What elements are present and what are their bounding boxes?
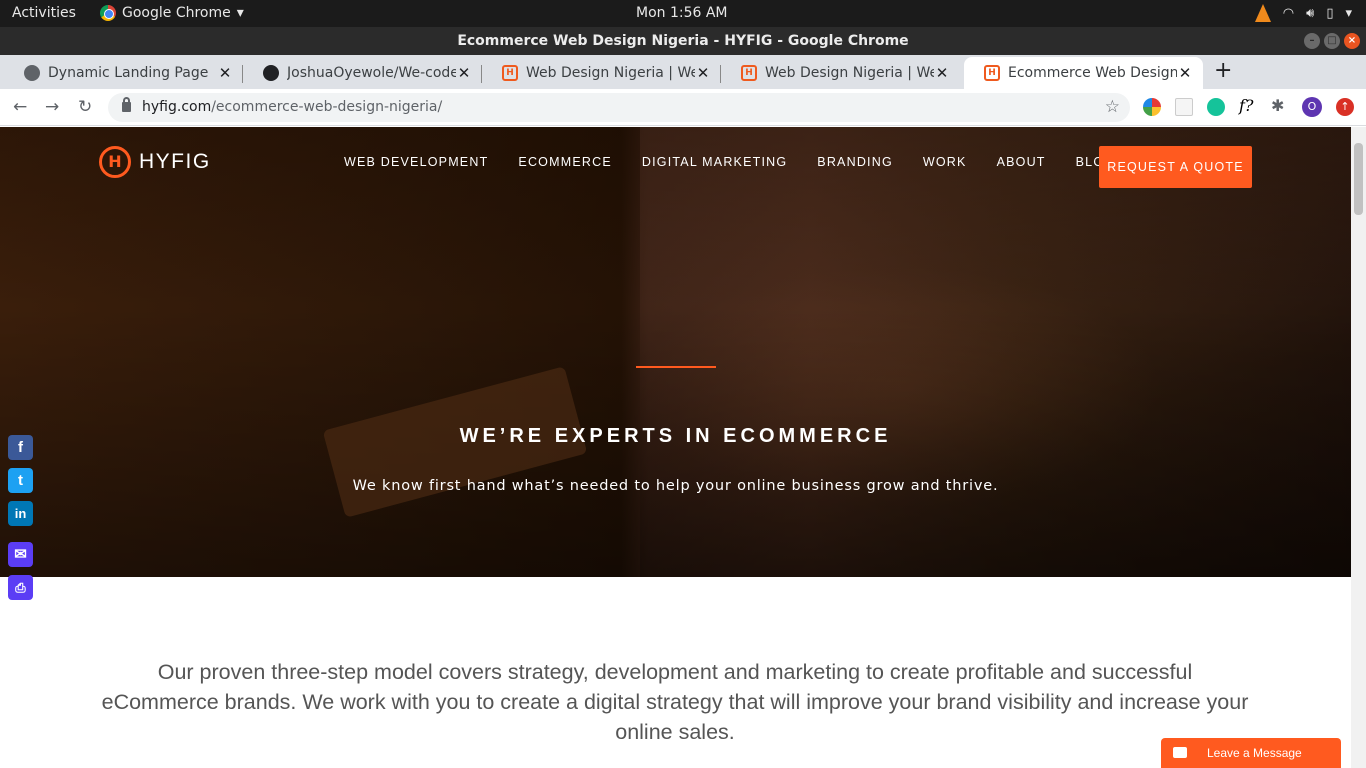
close-tab-icon[interactable]: ✕ xyxy=(217,64,233,82)
new-tab-button[interactable]: + xyxy=(1214,58,1232,83)
request-quote-button[interactable]: REQUEST A QUOTE xyxy=(1099,146,1252,188)
system-tray[interactable]: ◠ 🔊︎ ▯ ▾ xyxy=(1254,4,1352,22)
scrollbar-thumb[interactable] xyxy=(1354,143,1363,215)
close-tab-icon[interactable]: ✕ xyxy=(1177,64,1193,82)
hyfig-logo-icon: H xyxy=(99,146,131,178)
hyfig-icon: H xyxy=(502,65,518,81)
close-window-button[interactable]: × xyxy=(1344,33,1360,49)
web-page: H HYFIG WEB DEVELOPMENT ECOMMERCE DIGITA… xyxy=(0,127,1366,768)
tab-web-design-nigeria-1[interactable]: H Web Design Nigeria | Web ✕ xyxy=(482,57,721,89)
url-path: /ecommerce-web-design-nigeria/ xyxy=(211,99,443,115)
forward-button[interactable]: → xyxy=(45,97,59,117)
browser-toolbar: ← → ↻ hyfig.com/ecommerce-web-design-nig… xyxy=(0,89,1366,126)
facebook-icon[interactable]: f xyxy=(8,435,33,460)
nav-web-development[interactable]: WEB DEVELOPMENT xyxy=(344,155,488,169)
grammarly-extension-icon[interactable] xyxy=(1207,98,1225,116)
github-icon xyxy=(263,65,279,81)
hero-title: WE’RE EXPERTS IN ECOMMERCE xyxy=(459,425,892,447)
hero-divider xyxy=(636,366,716,368)
linkedin-icon[interactable]: in xyxy=(8,501,33,526)
calendar-extension-icon[interactable] xyxy=(1175,98,1193,116)
tab-dynamic-landing-page[interactable]: Dynamic Landing Page ✕ xyxy=(4,57,243,89)
activities-button[interactable]: Activities xyxy=(12,5,76,21)
reload-button[interactable]: ↻ xyxy=(78,97,92,117)
window-title: Ecommerce Web Design Nigeria - HYFIG - G… xyxy=(457,33,909,49)
livechat-label: Leave a Message xyxy=(1207,746,1302,760)
main-navigation: WEB DEVELOPMENT ECOMMERCE DIGITAL MARKET… xyxy=(344,155,1145,169)
nav-branding[interactable]: BRANDING xyxy=(817,155,893,169)
tab-ecommerce-web-design[interactable]: H Ecommerce Web Design N ✕ xyxy=(964,57,1203,89)
color-picker-extension-icon[interactable] xyxy=(1143,98,1161,116)
leave-message-widget[interactable]: Leave a Message xyxy=(1161,738,1341,768)
nav-digital-marketing[interactable]: DIGITAL MARKETING xyxy=(642,155,787,169)
hero-subtitle: We know first hand what’s needed to help… xyxy=(352,478,999,494)
tab-label: Web Design Nigeria | Web xyxy=(526,65,695,81)
lock-icon[interactable] xyxy=(122,97,131,112)
hero-section: H HYFIG WEB DEVELOPMENT ECOMMERCE DIGITA… xyxy=(0,127,1351,577)
app-menu-label: Google Chrome xyxy=(122,5,231,21)
close-tab-icon[interactable]: ✕ xyxy=(934,64,950,82)
envelope-icon xyxy=(1173,747,1187,758)
hyfig-icon: H xyxy=(984,65,1000,81)
formula-extension-icon[interactable]: f? xyxy=(1239,96,1257,115)
nav-work[interactable]: WORK xyxy=(923,155,967,169)
hyfig-icon: H xyxy=(741,65,757,81)
wifi-icon: ◠ xyxy=(1282,5,1295,21)
site-logo[interactable]: H HYFIG xyxy=(99,146,211,178)
address-bar[interactable]: hyfig.com/ecommerce-web-design-nigeria/ … xyxy=(108,93,1130,122)
page-scrollbar[interactable] xyxy=(1351,127,1366,768)
nav-about[interactable]: ABOUT xyxy=(997,155,1046,169)
tab-web-design-nigeria-2[interactable]: H Web Design Nigeria | Web ✕ xyxy=(721,57,960,89)
profile-avatar[interactable]: O xyxy=(1302,97,1322,117)
app-menu[interactable]: Google Chrome ▾ xyxy=(100,5,244,21)
logo-text: HYFIG xyxy=(139,150,211,173)
tab-label: Ecommerce Web Design N xyxy=(1008,65,1177,81)
twitter-icon[interactable]: t xyxy=(8,468,33,493)
tab-label: Dynamic Landing Page xyxy=(48,65,209,81)
maximize-button[interactable]: □ xyxy=(1324,33,1340,49)
window-titlebar: Ecommerce Web Design Nigeria - HYFIG - G… xyxy=(0,27,1366,55)
close-tab-icon[interactable]: ✕ xyxy=(695,64,711,82)
battery-icon: ▯ xyxy=(1326,5,1334,21)
globe-icon xyxy=(24,65,40,81)
tab-github[interactable]: JoshuaOyewole/We-code ✕ xyxy=(243,57,482,89)
close-tab-icon[interactable]: ✕ xyxy=(456,64,472,82)
print-icon[interactable]: ⎙ xyxy=(8,575,33,600)
update-icon[interactable]: ↑ xyxy=(1336,98,1354,116)
nav-ecommerce[interactable]: ECOMMERCE xyxy=(518,155,611,169)
system-top-bar: Activities Google Chrome ▾ Mon 1:56 AM ◠… xyxy=(0,0,1366,27)
clock[interactable]: Mon 1:56 AM xyxy=(636,5,728,21)
chrome-icon xyxy=(100,5,116,21)
tab-label: JoshuaOyewole/We-code xyxy=(287,65,456,81)
url-host: hyfig.com xyxy=(142,99,212,115)
tab-label: Web Design Nigeria | Web xyxy=(765,65,934,81)
intro-paragraph: Our proven three-step model covers strat… xyxy=(101,660,1249,744)
volume-icon: 🔊︎ xyxy=(1306,5,1315,21)
chevron-down-icon: ▾ xyxy=(236,5,244,21)
tab-strip: Dynamic Landing Page ✕ JoshuaOyewole/We-… xyxy=(0,55,1366,89)
vlc-icon[interactable] xyxy=(1254,4,1271,22)
bookmark-star-icon[interactable]: ☆ xyxy=(1105,93,1120,122)
minimize-button[interactable]: – xyxy=(1304,33,1320,49)
back-button[interactable]: ← xyxy=(13,97,27,117)
extensions-puzzle-icon[interactable]: ✱ xyxy=(1271,96,1289,115)
chevron-down-icon: ▾ xyxy=(1345,5,1352,21)
email-icon[interactable]: ✉ xyxy=(8,542,33,567)
